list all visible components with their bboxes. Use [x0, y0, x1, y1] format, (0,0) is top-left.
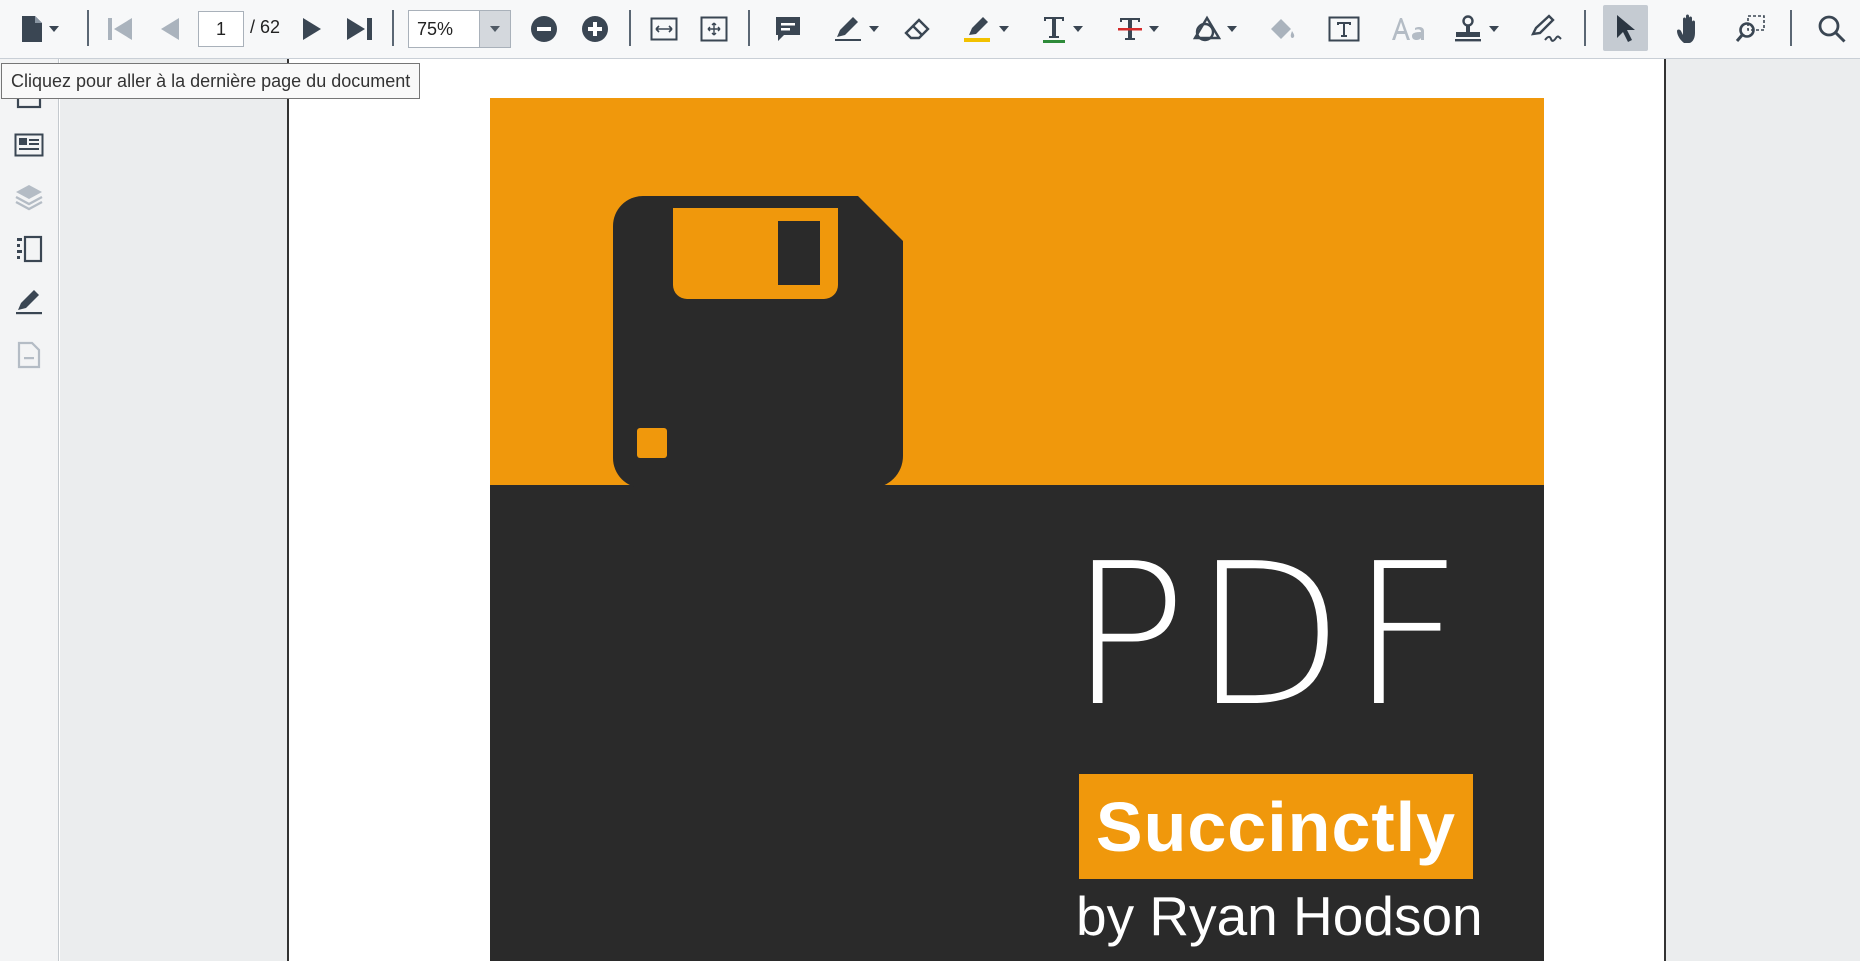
strikethrough-icon [1118, 18, 1142, 40]
marquee-zoom-icon [1735, 15, 1765, 42]
document-icon [22, 16, 42, 42]
toolbar-divider [1584, 10, 1586, 46]
select-tool-button[interactable] [1603, 5, 1648, 51]
zoom-in-button[interactable] [577, 8, 613, 50]
layers-icon [15, 185, 43, 211]
page-total-label: / 62 [250, 17, 281, 37]
paint-bucket-icon [1271, 19, 1295, 39]
last-page-icon [347, 18, 372, 40]
first-page-icon [108, 18, 132, 40]
signature-icon [1530, 14, 1562, 42]
search-icon [1818, 15, 1846, 43]
book-cover: PDF Succinctly by Ryan Hodson [490, 98, 1544, 961]
shapes-button[interactable] [1188, 8, 1240, 50]
plus-circle-icon [582, 16, 608, 42]
text-box-icon [1328, 16, 1360, 42]
highlighter-button[interactable] [960, 8, 1012, 50]
eraser-button[interactable] [900, 8, 936, 50]
comment-icon [776, 17, 800, 41]
zoom-select[interactable]: 75% [408, 10, 511, 48]
font-icon [1392, 18, 1424, 41]
previous-page-icon [161, 18, 179, 40]
fit-page-icon [700, 16, 728, 42]
toolbar: / 62 75% [0, 0, 1860, 59]
first-page-button[interactable] [102, 8, 138, 50]
annotation-pen-icon [16, 290, 42, 315]
comment-button[interactable] [770, 8, 806, 50]
toolbar-divider [1790, 10, 1792, 46]
series-label: Succinctly [1095, 787, 1457, 866]
search-button[interactable] [1812, 8, 1852, 50]
hand-icon [1677, 14, 1695, 43]
tooltip: Cliquez pour aller à la dernière page du… [1, 63, 420, 99]
file-menu-button[interactable] [14, 8, 66, 50]
minus-circle-icon [531, 16, 557, 42]
layers-panel-button[interactable] [12, 180, 46, 214]
text-color-button[interactable] [1036, 8, 1088, 50]
font-button[interactable] [1388, 8, 1428, 50]
viewer-background [1664, 59, 1860, 961]
left-sidebar [0, 59, 59, 961]
blank-page-icon [17, 341, 41, 369]
zoom-out-button[interactable] [526, 8, 562, 50]
attachments-panel-button[interactable] [12, 338, 46, 372]
cover-author: by Ryan Hodson [1076, 885, 1483, 947]
chevron-down-icon [1227, 26, 1237, 32]
eraser-icon [904, 18, 930, 40]
fit-width-icon [650, 17, 678, 41]
toolbar-divider [392, 10, 394, 46]
text-box-button[interactable] [1326, 8, 1362, 50]
zoom-value: 75% [417, 19, 454, 39]
chevron-down-icon [1149, 26, 1159, 32]
floppy-disk-icon [613, 196, 903, 488]
thumbnails-panel-button[interactable] [12, 128, 46, 162]
chevron-down-icon [999, 26, 1009, 32]
page-number-input[interactable] [198, 11, 244, 47]
zoom-dropdown-button[interactable] [479, 11, 510, 47]
fit-width-button[interactable] [646, 8, 682, 50]
shapes-icon [1192, 15, 1221, 42]
pen-tool-button[interactable] [830, 8, 882, 50]
stamp-icon [1455, 15, 1481, 42]
cover-title: PDF [1069, 522, 1469, 750]
highlighter-icon [964, 17, 990, 42]
page-structure-button[interactable] [12, 232, 46, 266]
stamp-button[interactable] [1450, 8, 1502, 50]
series-badge: Succinctly [1079, 774, 1473, 879]
toolbar-divider [629, 10, 631, 46]
toolbar-divider [748, 10, 750, 46]
chevron-down-icon [1489, 26, 1499, 32]
navigation-panel [60, 59, 289, 961]
strikethrough-button[interactable] [1112, 8, 1164, 50]
signature-button[interactable] [1526, 8, 1566, 50]
next-page-icon [303, 18, 321, 40]
thumbnail-icon [14, 133, 44, 157]
previous-page-button[interactable] [152, 8, 188, 50]
last-page-button[interactable] [340, 8, 380, 50]
chevron-down-icon [49, 26, 59, 32]
chevron-down-icon [869, 26, 879, 32]
cursor-arrow-icon [1617, 15, 1635, 42]
text-icon [1043, 17, 1065, 43]
toolbar-divider [87, 10, 89, 46]
fit-page-button[interactable] [696, 8, 732, 50]
zoom-select-tool-button[interactable] [1730, 8, 1770, 50]
next-page-button[interactable] [296, 8, 328, 50]
annotations-panel-button[interactable] [12, 285, 46, 319]
document-structure-icon [17, 235, 43, 263]
fill-button[interactable] [1264, 8, 1300, 50]
pan-tool-button[interactable] [1670, 8, 1710, 50]
chevron-down-icon [1073, 26, 1083, 32]
pen-icon [835, 17, 861, 41]
pdf-viewer-window: / 62 75% [0, 0, 1860, 961]
chevron-down-icon [490, 26, 500, 32]
